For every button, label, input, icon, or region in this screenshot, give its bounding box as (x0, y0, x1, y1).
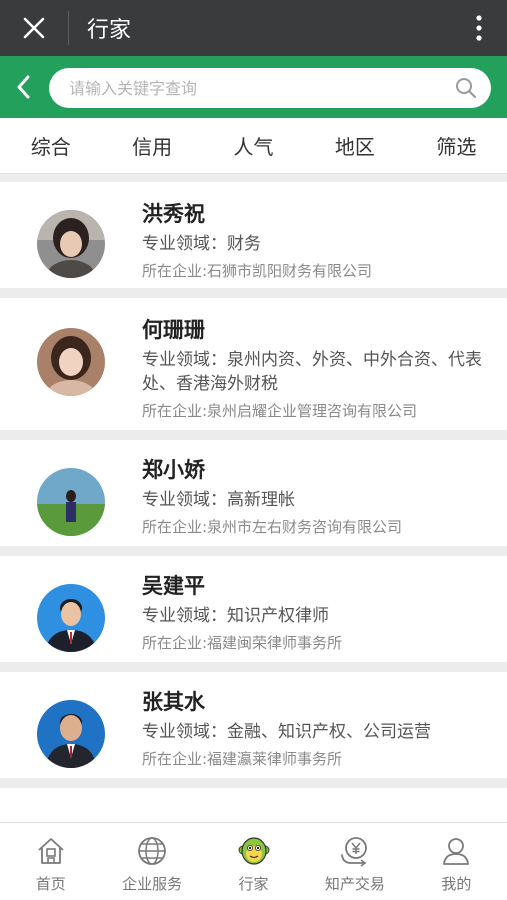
nav-home[interactable]: 首页 (0, 823, 101, 900)
filter-tab-filter[interactable]: 筛选 (406, 131, 507, 160)
filter-tab-comprehensive[interactable]: 综合 (0, 131, 101, 160)
nav-label: 企业服务 (122, 875, 183, 893)
expert-card[interactable]: 何珊珊 专业领域：泉州内资、外资、中外合资、代表处、香港海外财税 所在企业:泉州… (0, 298, 507, 430)
expert-name: 洪秀祝 (142, 202, 205, 226)
avatar (37, 468, 105, 536)
title-divider (68, 11, 69, 45)
user-icon (443, 838, 470, 865)
search-input[interactable] (69, 78, 455, 98)
expert-field: 专业领域：财务 (142, 234, 261, 254)
expert-card[interactable]: 吴建平 专业领域：知识产权律师 所在企业:福建闽荣律师事务所 (0, 556, 507, 662)
expert-field: 专业领域：泉州内资、外资、中外合资、代表处、香港海外财税 (142, 350, 482, 394)
nav-label: 首页 (35, 875, 66, 893)
yuan-exchange-icon (341, 837, 367, 867)
expert-company: 所在企业:泉州市左右财务咨询有限公司 (142, 518, 403, 536)
filter-tab-region[interactable]: 地区 (304, 131, 405, 160)
close-button[interactable] (0, 0, 68, 56)
expert-company: 所在企业:福建闽荣律师事务所 (142, 634, 343, 652)
filter-tab-credit[interactable]: 信用 (101, 131, 202, 160)
page-title: 行家 (87, 18, 132, 43)
expert-field: 专业领域：知识产权律师 (142, 606, 329, 626)
monkey-mascot-icon (238, 837, 270, 865)
expert-card[interactable]: 张其水 专业领域：金融、知识产权、公司运营 所在企业:福建瀛莱律师事务所 (0, 672, 507, 778)
home-icon (38, 838, 64, 864)
avatar (37, 328, 105, 396)
search-icon[interactable] (455, 77, 477, 99)
nav-label: 行家 (238, 875, 269, 893)
nav-experts[interactable]: 行家 (203, 823, 304, 900)
expert-name: 张其水 (142, 690, 205, 714)
avatar (37, 584, 105, 652)
close-icon (23, 17, 45, 39)
title-bar: 行家 (0, 0, 507, 56)
more-vertical-icon (476, 15, 482, 41)
more-menu-button[interactable] (451, 0, 507, 56)
expert-field: 专业领域：金融、知识产权、公司运营 (142, 722, 431, 742)
expert-card[interactable]: 郑小娇 专业领域：高新理帐 所在企业:泉州市左右财务咨询有限公司 (0, 440, 507, 546)
filter-tabs: 综合 信用 人气 地区 筛选 (0, 118, 507, 174)
filter-tab-popularity[interactable]: 人气 (203, 131, 304, 160)
nav-label: 我的 (441, 875, 472, 893)
globe-icon (138, 837, 167, 865)
expert-company: 所在企业:泉州启耀企业管理咨询有限公司 (142, 402, 418, 420)
expert-company: 所在企业:石狮市凯阳财务有限公司 (142, 262, 373, 280)
expert-company: 所在企业:福建瀛莱律师事务所 (142, 750, 343, 768)
expert-card[interactable]: 洪秀祝 专业领域：财务 所在企业:石狮市凯阳财务有限公司 (0, 182, 507, 288)
back-button[interactable] (0, 56, 46, 118)
nav-mine[interactable]: 我的 (406, 823, 507, 900)
expert-list: 洪秀祝 专业领域：财务 所在企业:石狮市凯阳财务有限公司 何珊珊 专业领域：泉州… (0, 182, 507, 838)
search-box (49, 68, 491, 108)
expert-field: 专业领域：高新理帐 (142, 490, 295, 510)
expert-name: 何珊珊 (142, 318, 205, 342)
nav-label: 知产交易 (324, 875, 385, 893)
avatar (37, 700, 105, 768)
avatar (37, 210, 105, 278)
nav-enterprise-services[interactable]: 企业服务 (101, 823, 202, 900)
bottom-nav: 首页 企业服务 行家 知产交易 我的 (0, 822, 507, 900)
expert-name: 吴建平 (142, 574, 205, 598)
nav-ip-trading[interactable]: 知产交易 (304, 823, 405, 900)
chevron-left-icon (17, 75, 30, 99)
expert-name: 郑小娇 (142, 458, 205, 482)
search-bar (0, 56, 507, 118)
